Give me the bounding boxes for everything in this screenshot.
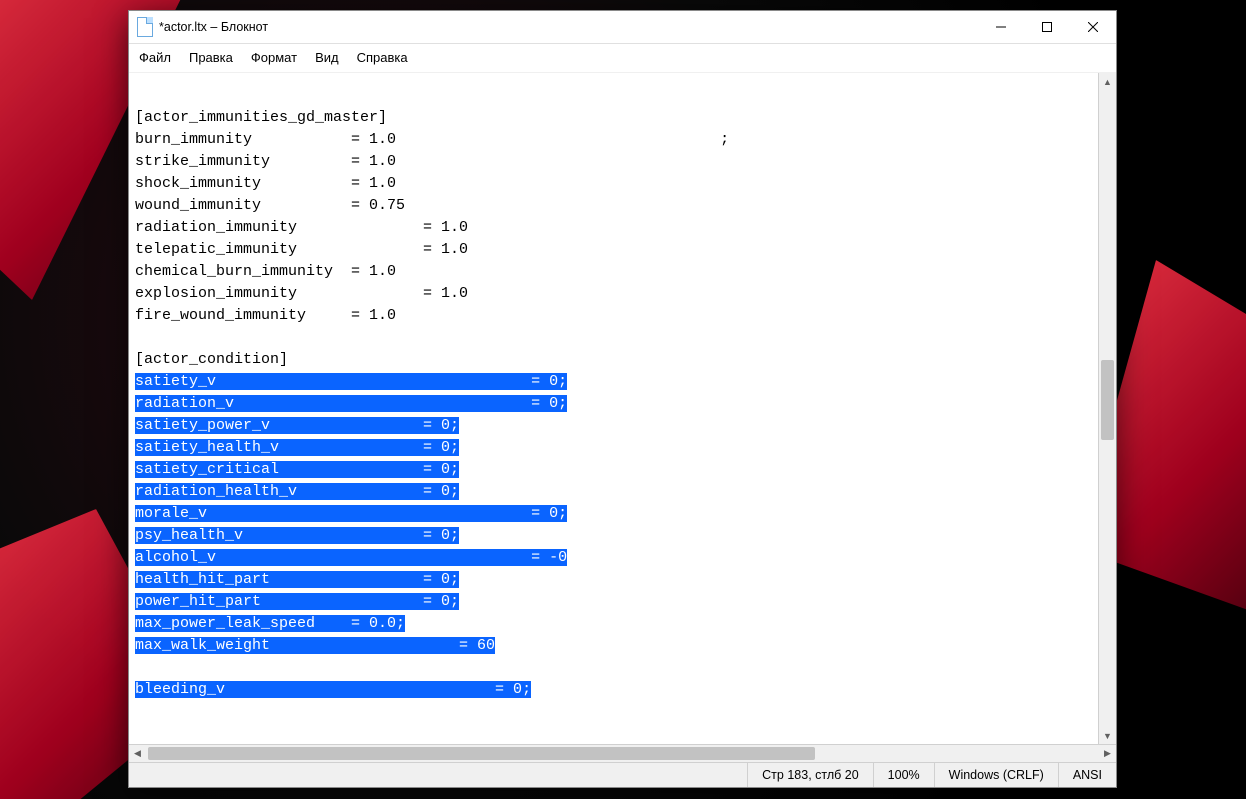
text-line-selected[interactable]: alcohol_v = -0 bbox=[135, 547, 1096, 569]
selection-span[interactable]: satiety_v = 0; bbox=[135, 373, 567, 390]
selection-span[interactable]: psy_health_v = 0; bbox=[135, 527, 459, 544]
text-line[interactable]: [actor_immunities_gd_master] bbox=[135, 107, 1096, 129]
text-line[interactable]: telepatic_immunity = 1.0 bbox=[135, 239, 1096, 261]
selection-span[interactable]: max_walk_weight = 60 bbox=[135, 637, 495, 654]
window-title: *actor.ltx – Блокнот bbox=[159, 20, 268, 34]
text-line[interactable]: fire_wound_immunity = 1.0 bbox=[135, 305, 1096, 327]
text-line-selected[interactable]: max_walk_weight = 60 bbox=[135, 635, 1096, 657]
text-line-selected[interactable]: radiation_health_v = 0; bbox=[135, 481, 1096, 503]
scroll-left-icon[interactable]: ◀ bbox=[129, 745, 146, 762]
menu-edit[interactable]: Правка bbox=[181, 48, 241, 67]
maximize-icon bbox=[1042, 22, 1052, 32]
minimize-icon bbox=[996, 22, 1006, 32]
text-line-selected[interactable]: radiation_v = 0; bbox=[135, 393, 1096, 415]
statusbar: Стр 183, стлб 20 100% Windows (CRLF) ANS… bbox=[129, 762, 1116, 787]
maximize-button[interactable] bbox=[1024, 11, 1070, 43]
desktop-background: *actor.ltx – Блокнот Файл Правка Формат … bbox=[0, 0, 1246, 799]
text-line[interactable]: [actor_condition] bbox=[135, 349, 1096, 371]
menu-view[interactable]: Вид bbox=[307, 48, 347, 67]
text-line-selected[interactable]: bleeding_v = 0; bbox=[135, 679, 1096, 701]
text-line[interactable]: explosion_immunity = 1.0 bbox=[135, 283, 1096, 305]
selection-span[interactable]: radiation_health_v = 0; bbox=[135, 483, 459, 500]
text-line[interactable] bbox=[135, 327, 1096, 349]
hscrollbar-thumb[interactable] bbox=[148, 747, 815, 760]
close-button[interactable] bbox=[1070, 11, 1116, 43]
titlebar[interactable]: *actor.ltx – Блокнот bbox=[129, 11, 1116, 44]
text-line[interactable]: burn_immunity = 1.0 ; bbox=[135, 129, 1096, 151]
vertical-scrollbar[interactable]: ▲ ▼ bbox=[1098, 73, 1116, 744]
text-line-selected[interactable]: satiety_health_v = 0; bbox=[135, 437, 1096, 459]
selection-span[interactable]: alcohol_v = -0 bbox=[135, 549, 567, 566]
text-line[interactable]: radiation_immunity = 1.0 bbox=[135, 217, 1096, 239]
horizontal-scrollbar[interactable]: ◀ ▶ bbox=[129, 744, 1116, 762]
scroll-down-icon[interactable]: ▼ bbox=[1099, 727, 1116, 744]
text-line-selected[interactable]: morale_v = 0; bbox=[135, 503, 1096, 525]
text-line[interactable] bbox=[135, 85, 1096, 107]
selection-span[interactable]: max_power_leak_speed = 0.0; bbox=[135, 615, 405, 632]
text-editor[interactable]: [actor_immunities_gd_master]burn_immunit… bbox=[129, 73, 1098, 744]
hscrollbar-track[interactable] bbox=[146, 745, 1099, 762]
editor-area: [actor_immunities_gd_master]burn_immunit… bbox=[129, 73, 1116, 744]
scrollbar-thumb[interactable] bbox=[1101, 360, 1114, 440]
text-line-selected[interactable]: power_hit_part = 0; bbox=[135, 591, 1096, 613]
notepad-icon bbox=[137, 17, 153, 37]
status-position: Стр 183, стлб 20 bbox=[747, 763, 873, 787]
selection-span[interactable]: power_hit_part = 0; bbox=[135, 593, 459, 610]
scroll-up-icon[interactable]: ▲ bbox=[1099, 73, 1116, 90]
text-line-selected[interactable]: satiety_v = 0; bbox=[135, 371, 1096, 393]
text-line[interactable]: chemical_burn_immunity = 1.0 bbox=[135, 261, 1096, 283]
text-line-selected[interactable]: satiety_critical = 0; bbox=[135, 459, 1096, 481]
menu-format[interactable]: Формат bbox=[243, 48, 305, 67]
status-encoding: ANSI bbox=[1058, 763, 1116, 787]
menu-file[interactable]: Файл bbox=[131, 48, 179, 67]
text-line-selected[interactable]: psy_health_v = 0; bbox=[135, 525, 1096, 547]
scrollbar-track[interactable] bbox=[1099, 90, 1116, 727]
minimize-button[interactable] bbox=[978, 11, 1024, 43]
selection-span[interactable]: radiation_v = 0; bbox=[135, 395, 567, 412]
selection-span[interactable]: health_hit_part = 0; bbox=[135, 571, 459, 588]
selection-span[interactable]: satiety_critical = 0; bbox=[135, 461, 459, 478]
status-lineending: Windows (CRLF) bbox=[934, 763, 1058, 787]
text-line-selected[interactable]: max_power_leak_speed = 0.0; bbox=[135, 613, 1096, 635]
notepad-window: *actor.ltx – Блокнот Файл Правка Формат … bbox=[128, 10, 1117, 788]
selection-span[interactable]: bleeding_v = 0; bbox=[135, 681, 531, 698]
menubar: Файл Правка Формат Вид Справка bbox=[129, 44, 1116, 73]
text-line-selected[interactable]: health_hit_part = 0; bbox=[135, 569, 1096, 591]
scroll-right-icon[interactable]: ▶ bbox=[1099, 745, 1116, 762]
window-controls bbox=[978, 11, 1116, 43]
text-line-selected[interactable]: satiety_power_v = 0; bbox=[135, 415, 1096, 437]
text-line[interactable]: strike_immunity = 1.0 bbox=[135, 151, 1096, 173]
close-icon bbox=[1088, 22, 1098, 32]
menu-help[interactable]: Справка bbox=[349, 48, 416, 67]
selection-span[interactable]: satiety_power_v = 0; bbox=[135, 417, 459, 434]
status-zoom: 100% bbox=[873, 763, 934, 787]
text-line[interactable]: shock_immunity = 1.0 bbox=[135, 173, 1096, 195]
selection-span[interactable]: morale_v = 0; bbox=[135, 505, 567, 522]
text-line-selected[interactable] bbox=[135, 657, 1096, 679]
selection-span[interactable]: satiety_health_v = 0; bbox=[135, 439, 459, 456]
text-line[interactable]: wound_immunity = 0.75 bbox=[135, 195, 1096, 217]
